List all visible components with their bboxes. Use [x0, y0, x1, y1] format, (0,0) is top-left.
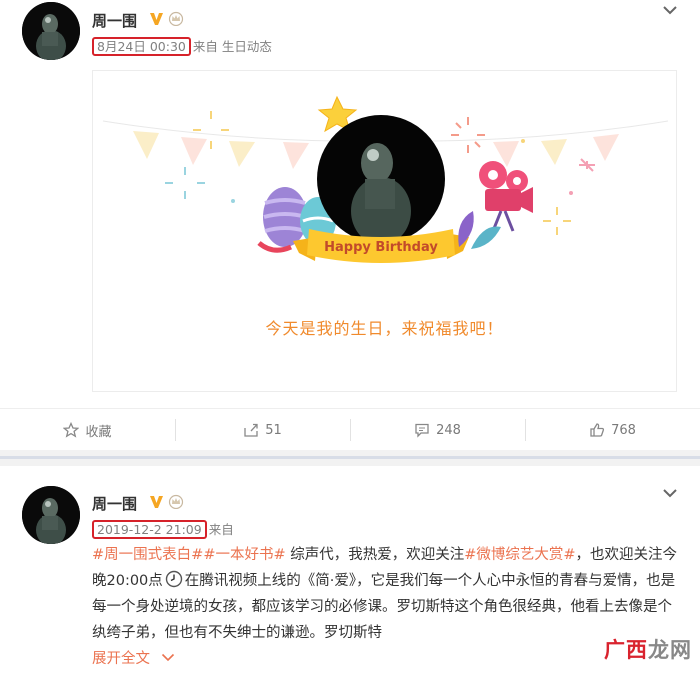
hashtag-link[interactable]: #一本好书# — [203, 547, 285, 563]
chevron-down-icon[interactable] — [662, 488, 678, 498]
source: 来自 生日动态 — [192, 39, 272, 54]
repost-count: 51 — [265, 422, 282, 438]
comment-button[interactable]: 248 — [350, 409, 525, 451]
timestamp[interactable]: 2019-12-2 21:09 — [92, 520, 207, 539]
source: 来自 — [208, 522, 234, 537]
username[interactable]: 周一围 — [92, 10, 137, 31]
birthday-card[interactable]: Happy Birthday 今天是我的生日，来祝福我吧！ — [92, 70, 677, 392]
post-divider — [0, 456, 700, 459]
comment-icon — [415, 423, 429, 438]
birthday-illustration: Happy Birthday — [102, 95, 669, 263]
star-outline-icon — [63, 422, 80, 438]
repost-button[interactable]: 51 — [175, 409, 350, 451]
clock-icon — [165, 570, 182, 588]
favorite-label: 收藏 — [85, 424, 112, 440]
hashtag-link[interactable]: #周一围式表白# — [92, 547, 203, 563]
thumbs-up-icon — [590, 423, 605, 437]
post-meta: 2019-12-2 21:09 来自 — [92, 519, 234, 539]
card-message: 今天是我的生日，来祝福我吧！ — [265, 319, 504, 338]
avatar[interactable] — [22, 486, 80, 544]
username[interactable]: 周一围 — [92, 493, 137, 514]
verified-icon — [150, 13, 163, 25]
crown-badge-icon — [168, 11, 184, 26]
like-count: 768 — [611, 422, 636, 438]
favorite-button[interactable]: 收藏 — [0, 409, 175, 451]
crown-badge-icon — [168, 494, 184, 509]
timestamp[interactable]: 8月24日 00:30 — [92, 37, 191, 56]
comment-count: 248 — [436, 422, 461, 438]
post-meta: 8月24日 00:30 来自 生日动态 — [92, 36, 272, 56]
card-banner-text: Happy Birthday — [324, 240, 438, 255]
weibo-post-2: 周一围 2019-12-2 21:09 来自 #周一围式表白##一本好书# 综声代… — [0, 466, 700, 676]
verified-icon — [150, 496, 163, 508]
hashtag-link[interactable]: #微博综艺大赏# — [464, 547, 575, 563]
avatar[interactable] — [22, 2, 80, 60]
chevron-down-icon[interactable] — [161, 653, 175, 662]
site-watermark: 广西龙网 — [604, 634, 692, 664]
post-body: #周一围式表白##一本好书# 综声代，我热爱，欢迎关注#微博综艺大赏#，也欢迎关… — [92, 542, 682, 672]
chevron-down-icon[interactable] — [662, 5, 678, 15]
expand-full-text-link[interactable]: 展开全文 — [92, 651, 150, 667]
repost-icon — [244, 423, 258, 437]
weibo-post-1: 周一围 8月24日 00:30 来自 生日动态 Happy Birthday 今… — [0, 0, 700, 450]
watermark-part2: 龙网 — [648, 638, 692, 662]
post-text: 综声代，我热爱，欢迎关注 — [285, 547, 465, 563]
like-button[interactable]: 768 — [525, 409, 700, 451]
action-bar: 收藏 51 248 768 — [0, 408, 700, 450]
watermark-part1: 广西 — [604, 638, 648, 662]
